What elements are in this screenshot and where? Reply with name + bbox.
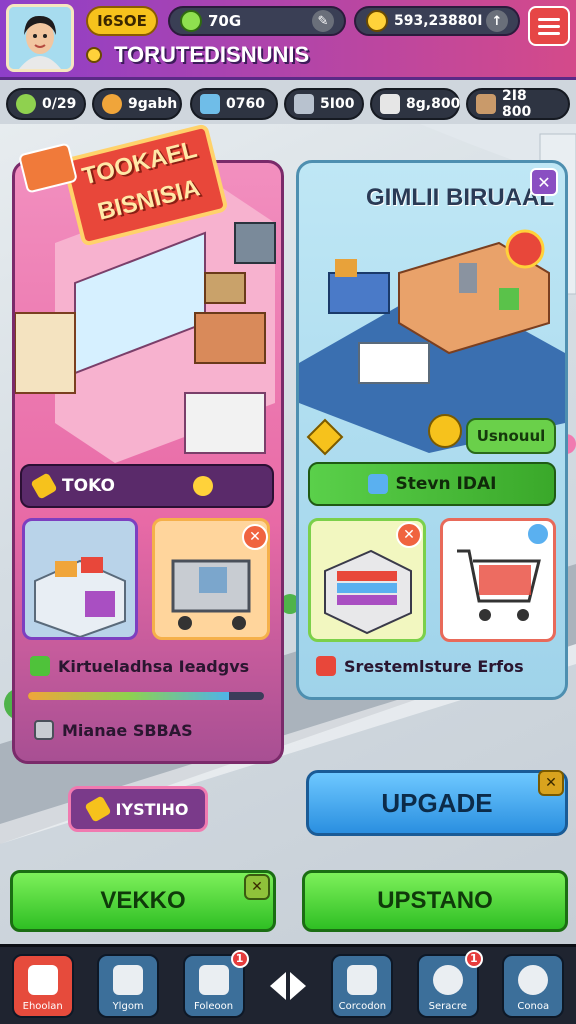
add-cash-icon[interactable]: ↑ bbox=[486, 10, 508, 32]
stat-row: Kirtueladhsa Ieadgvs bbox=[30, 656, 249, 676]
delivery-truck-icon bbox=[316, 656, 336, 676]
resource-value: 0760 bbox=[226, 96, 265, 112]
nav-package[interactable]: Corcodon bbox=[331, 953, 394, 1018]
pencil-icon bbox=[83, 795, 112, 823]
upgrade-button-label: UPGADE bbox=[381, 787, 493, 818]
nav-clock[interactable]: Seracre 1 bbox=[416, 949, 483, 1018]
crate-icon bbox=[476, 94, 496, 114]
truck-icon bbox=[294, 94, 314, 114]
close-shelf-icon[interactable]: ✕ bbox=[396, 522, 422, 548]
close-panel-icon[interactable]: ✕ bbox=[530, 168, 558, 196]
resource-value: 2I8 800 bbox=[502, 88, 532, 120]
home-icon bbox=[27, 964, 58, 995]
left-action-badge-icon: ✕ bbox=[244, 874, 270, 900]
company-icon bbox=[86, 47, 102, 63]
profile-icon bbox=[518, 964, 549, 995]
nav-label: Seracre bbox=[428, 1000, 467, 1012]
player-avatar[interactable] bbox=[6, 4, 74, 72]
use-button[interactable]: Usnouul bbox=[466, 418, 556, 454]
store-tab-label: TOKO bbox=[62, 476, 115, 496]
nav-label: Ylgom bbox=[112, 1000, 144, 1012]
notification-badge: 1 bbox=[230, 949, 249, 968]
coin-icon bbox=[192, 476, 213, 496]
level-badge: I6SOE bbox=[86, 6, 158, 36]
cash-value: 593,23880I bbox=[394, 13, 483, 29]
footer-row: Mianae SBBAS bbox=[34, 720, 193, 740]
box-icon bbox=[200, 94, 220, 114]
nav-profile[interactable]: Conoa bbox=[502, 953, 565, 1018]
status-bar-label: Stevn IDAI bbox=[395, 474, 497, 494]
menu-button[interactable] bbox=[528, 6, 570, 46]
market-title-text: GIMLII BIRUAAL bbox=[366, 184, 554, 211]
nav-tools[interactable]: Ylgom bbox=[97, 953, 160, 1018]
stat-label: Kirtueladhsa Ieadgvs bbox=[58, 656, 250, 676]
shield-icon bbox=[367, 474, 388, 494]
resource-6: 2I8 800 bbox=[466, 88, 570, 120]
resource-3: 0760 bbox=[190, 88, 278, 120]
bottom-nav: Ehoolan Ylgom Foleoon 1 Corcodon Seracre… bbox=[0, 944, 576, 1024]
tag-button[interactable]: IYSTIHO bbox=[68, 786, 208, 832]
worker-icon bbox=[102, 94, 122, 114]
clipboard-icon bbox=[198, 964, 229, 995]
left-action-label: VEKKO bbox=[100, 887, 186, 914]
gem-icon bbox=[180, 10, 202, 32]
store-sign-text: TOOKAEL BISNISIA bbox=[79, 135, 203, 226]
left-action-button[interactable]: VEKKO bbox=[10, 870, 276, 932]
leaf-icon bbox=[16, 94, 36, 114]
package-icon bbox=[347, 964, 378, 995]
right-action-label: UPSTANO bbox=[377, 887, 493, 914]
nav-label: Foleoon bbox=[194, 1000, 234, 1012]
resource-value: 5I00 bbox=[320, 96, 355, 112]
progress-bar bbox=[28, 692, 264, 700]
close-cart-icon[interactable]: ✕ bbox=[242, 524, 268, 550]
tools-icon bbox=[113, 964, 144, 995]
company-title: TORUTEDISNUNIS bbox=[86, 42, 309, 68]
notification-badge: 1 bbox=[464, 949, 483, 968]
resource-2: 9gabh bbox=[92, 88, 182, 120]
item-card-display[interactable] bbox=[22, 518, 138, 640]
upgrade-button[interactable]: UPGADE bbox=[306, 770, 568, 836]
menu-icon bbox=[538, 17, 560, 21]
right-action-button[interactable]: UPSTANO bbox=[302, 870, 568, 932]
resource-1: 0/29 bbox=[6, 88, 86, 120]
market-footer-row: Srestemlsture Erfos bbox=[316, 656, 524, 676]
swap-arrows-icon bbox=[269, 971, 306, 1000]
nav-clipboard[interactable]: Foleoon 1 bbox=[182, 949, 249, 1018]
gem-value: 70G bbox=[208, 12, 242, 30]
status-bar[interactable]: Stevn IDAI bbox=[308, 462, 556, 506]
chart-icon bbox=[380, 94, 400, 114]
gem-counter: 70G ✎ bbox=[168, 6, 346, 36]
cash-icon bbox=[366, 10, 388, 32]
level-value: I6SOE bbox=[97, 12, 147, 30]
pencil-icon bbox=[30, 472, 58, 500]
nav-label: Conoa bbox=[517, 1000, 550, 1012]
nav-arrows[interactable] bbox=[268, 966, 308, 1006]
store-tab[interactable]: TOKO bbox=[20, 464, 274, 508]
market-footer-label: Srestemlsture Erfos bbox=[344, 656, 524, 676]
resource-5: 8g,800 bbox=[370, 88, 460, 120]
use-button-label: Usnouul bbox=[476, 427, 546, 445]
resource-value: 8g,800 bbox=[406, 96, 461, 112]
add-gems-icon[interactable]: ✎ bbox=[312, 10, 334, 32]
resource-4: 5I00 bbox=[284, 88, 364, 120]
market-title: GIMLII BIRUAAL bbox=[366, 185, 554, 211]
company-name: TORUTEDISNUNIS bbox=[114, 42, 310, 67]
footer-label: Mianae SBBAS bbox=[62, 720, 193, 740]
resource-value: 0/29 bbox=[42, 96, 77, 112]
info-icon[interactable] bbox=[526, 522, 550, 546]
nav-label: Corcodon bbox=[338, 1000, 387, 1012]
cash-counter: 593,23880I ↑ bbox=[354, 6, 520, 36]
resource-value: 9gabh bbox=[128, 96, 178, 112]
nav-home[interactable]: Ehoolan bbox=[11, 953, 74, 1018]
bag-icon bbox=[428, 414, 462, 448]
tag-button-label: IYSTIHO bbox=[115, 799, 189, 819]
progress-fill bbox=[28, 692, 229, 700]
money-icon bbox=[30, 656, 50, 676]
clock-icon bbox=[432, 964, 463, 995]
trash-icon bbox=[34, 720, 54, 740]
nav-label: Ehoolan bbox=[22, 1000, 63, 1012]
upgrade-info-icon[interactable]: ✕ bbox=[538, 770, 564, 796]
